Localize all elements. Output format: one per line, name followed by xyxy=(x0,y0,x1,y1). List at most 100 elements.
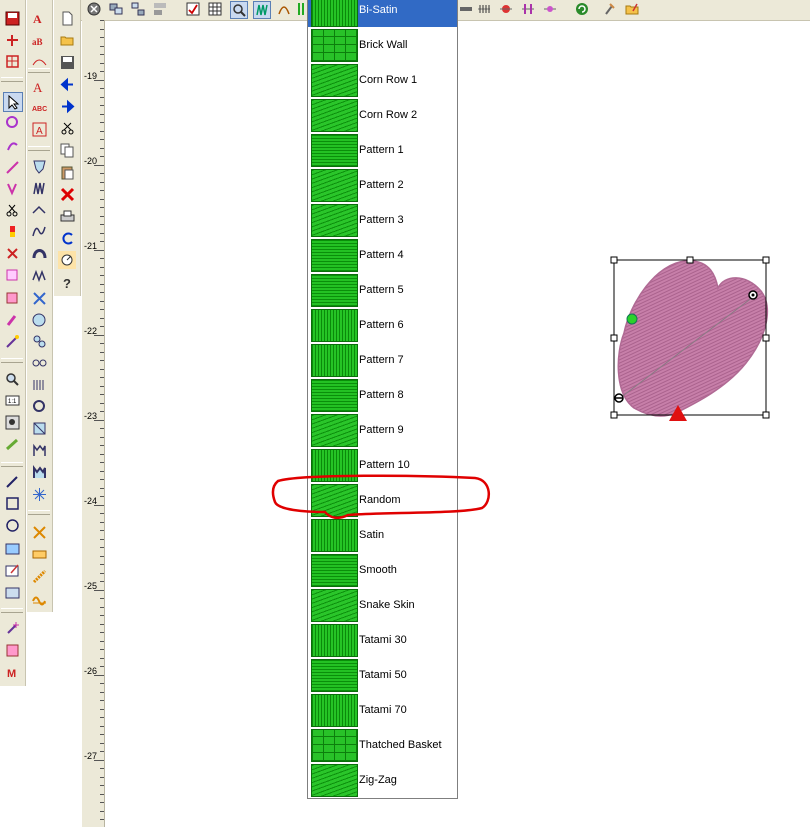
wizard-icon[interactable] xyxy=(3,619,21,637)
stop-icon[interactable] xyxy=(86,1,102,17)
zoom-fit-icon[interactable] xyxy=(230,1,248,19)
dropdown-item-pattern-9[interactable]: Pattern 9 xyxy=(308,412,457,447)
stitch-type-a-icon[interactable] xyxy=(458,1,474,17)
ribbon-icon[interactable] xyxy=(30,545,48,563)
dropdown-item-corn-row-2[interactable]: Corn Row 2 xyxy=(308,97,457,132)
folder-edit-icon[interactable] xyxy=(624,1,640,17)
wand-icon[interactable] xyxy=(3,332,21,350)
undo-arrow-icon[interactable] xyxy=(58,75,76,93)
paste-icon[interactable] xyxy=(58,163,76,181)
shield-icon[interactable] xyxy=(30,157,48,175)
text-fit-icon[interactable]: aB xyxy=(30,31,48,49)
refresh-icon[interactable] xyxy=(574,1,590,17)
rotate-icon[interactable] xyxy=(3,136,21,154)
select-arrow-icon[interactable] xyxy=(3,92,23,112)
save-disk-icon[interactable] xyxy=(58,53,76,71)
sparkle-icon[interactable] xyxy=(30,485,48,503)
wave-icon[interactable] xyxy=(30,222,48,240)
zoom-icon[interactable] xyxy=(3,370,21,388)
dropdown-item-pattern-6[interactable]: Pattern 6 xyxy=(308,307,457,342)
redo-arrow-icon[interactable] xyxy=(58,97,76,115)
ungroup-icon[interactable] xyxy=(130,1,146,17)
text-icon[interactable]: A xyxy=(30,9,48,27)
sequin-icon[interactable] xyxy=(30,397,48,415)
delete-point-icon[interactable] xyxy=(3,244,21,262)
motif-fill-icon[interactable] xyxy=(30,463,48,481)
font-icon[interactable]: A xyxy=(30,77,48,95)
box-fill-icon[interactable] xyxy=(30,419,48,437)
help-icon[interactable]: ? xyxy=(58,273,76,291)
zigzag-stitch-icon[interactable] xyxy=(30,266,48,284)
stitch-type-c-icon[interactable] xyxy=(498,1,514,17)
dropdown-item-brick-wall[interactable]: Brick Wall xyxy=(308,27,457,62)
open-folder-icon[interactable] xyxy=(58,31,76,49)
fringe-icon[interactable] xyxy=(30,375,48,393)
satin-icon[interactable] xyxy=(30,332,48,350)
reshape-icon[interactable] xyxy=(3,113,21,131)
actual-size-icon[interactable]: 1:1 xyxy=(3,391,21,409)
dropdown-item-pattern-4[interactable]: Pattern 4 xyxy=(308,237,457,272)
photo-stitch-icon[interactable] xyxy=(3,641,21,659)
run-stitch-icon[interactable] xyxy=(30,201,48,219)
outline-icon[interactable] xyxy=(276,1,292,17)
group-icon[interactable] xyxy=(108,1,124,17)
brush-icon[interactable] xyxy=(3,311,21,329)
stitch-pattern-dropdown[interactable]: Bi-Satin Brick Wall Corn Row 1 Corn Row 2 Pa… xyxy=(307,0,458,799)
picture-icon[interactable] xyxy=(3,539,21,557)
border-icon[interactable] xyxy=(30,589,48,607)
dropdown-item-tatami-50[interactable]: Tatami 50 xyxy=(308,657,457,692)
print-icon[interactable] xyxy=(58,207,76,225)
edit-picture-icon[interactable] xyxy=(3,561,21,579)
chain-icon[interactable] xyxy=(30,354,48,372)
crosshatch-icon[interactable] xyxy=(30,523,48,541)
align-icon[interactable] xyxy=(152,1,168,17)
monogram-icon[interactable]: M xyxy=(3,663,21,681)
color-stop-icon[interactable] xyxy=(3,222,21,240)
wrench-icon[interactable] xyxy=(602,1,618,17)
mirror-icon[interactable] xyxy=(3,179,21,197)
motif-icon[interactable] xyxy=(30,311,48,329)
applique-icon[interactable] xyxy=(3,266,21,284)
circle-icon[interactable] xyxy=(3,516,21,534)
pattern-fill-icon[interactable] xyxy=(30,441,48,459)
fill-icon[interactable] xyxy=(3,289,21,307)
column-stitch-icon[interactable] xyxy=(30,179,48,197)
redraw-icon[interactable] xyxy=(58,229,76,247)
dropdown-item-thatched-basket[interactable]: Thatched Basket xyxy=(308,727,457,762)
scissors-icon[interactable] xyxy=(3,201,21,219)
dropdown-item-smooth[interactable]: Smooth xyxy=(308,552,457,587)
dropdown-item-pattern-3[interactable]: Pattern 3 xyxy=(308,202,457,237)
dropdown-item-tatami-30[interactable]: Tatami 30 xyxy=(308,622,457,657)
cut-icon[interactable] xyxy=(58,119,76,137)
dropdown-item-pattern-5[interactable]: Pattern 5 xyxy=(308,272,457,307)
dropdown-item-pattern-1[interactable]: Pattern 1 xyxy=(308,132,457,167)
cross-stitch-icon[interactable] xyxy=(30,289,48,307)
grid-select-icon[interactable] xyxy=(3,52,21,70)
measure-icon[interactable] xyxy=(3,435,21,453)
dropdown-item-snake-skin[interactable]: Snake Skin xyxy=(308,587,457,622)
dropdown-item-bi-satin[interactable]: Bi-Satin xyxy=(308,0,457,27)
properties-icon[interactable] xyxy=(58,251,76,269)
dropdown-item-pattern-8[interactable]: Pattern 8 xyxy=(308,377,457,412)
knife-icon[interactable] xyxy=(3,158,21,176)
dropdown-item-satin[interactable]: Satin xyxy=(308,517,457,552)
insert-stitch-icon[interactable] xyxy=(3,31,21,49)
save-icon[interactable] xyxy=(3,9,21,27)
delete-icon[interactable] xyxy=(58,185,76,203)
dropdown-item-pattern-2[interactable]: Pattern 2 xyxy=(308,167,457,202)
pen-icon[interactable] xyxy=(3,472,21,490)
dropdown-item-zig-zag[interactable]: Zig-Zag xyxy=(308,762,457,797)
stitch-type-e-icon[interactable] xyxy=(542,1,558,17)
stitch-icon[interactable] xyxy=(253,1,271,19)
dropdown-item-corn-row-1[interactable]: Corn Row 1 xyxy=(308,62,457,97)
dropdown-item-tatami-70[interactable]: Tatami 70 xyxy=(308,692,457,727)
dropdown-item-pattern-7[interactable]: Pattern 7 xyxy=(308,342,457,377)
stitch-type-b-icon[interactable] xyxy=(476,1,492,17)
grid-icon[interactable] xyxy=(207,1,223,17)
rectangle-icon[interactable] xyxy=(3,494,21,512)
trace-icon[interactable] xyxy=(3,583,21,601)
new-file-icon[interactable] xyxy=(58,9,76,27)
rope-icon[interactable] xyxy=(30,567,48,585)
view-icon[interactable] xyxy=(185,1,201,17)
text-box-icon[interactable]: A xyxy=(30,120,48,138)
